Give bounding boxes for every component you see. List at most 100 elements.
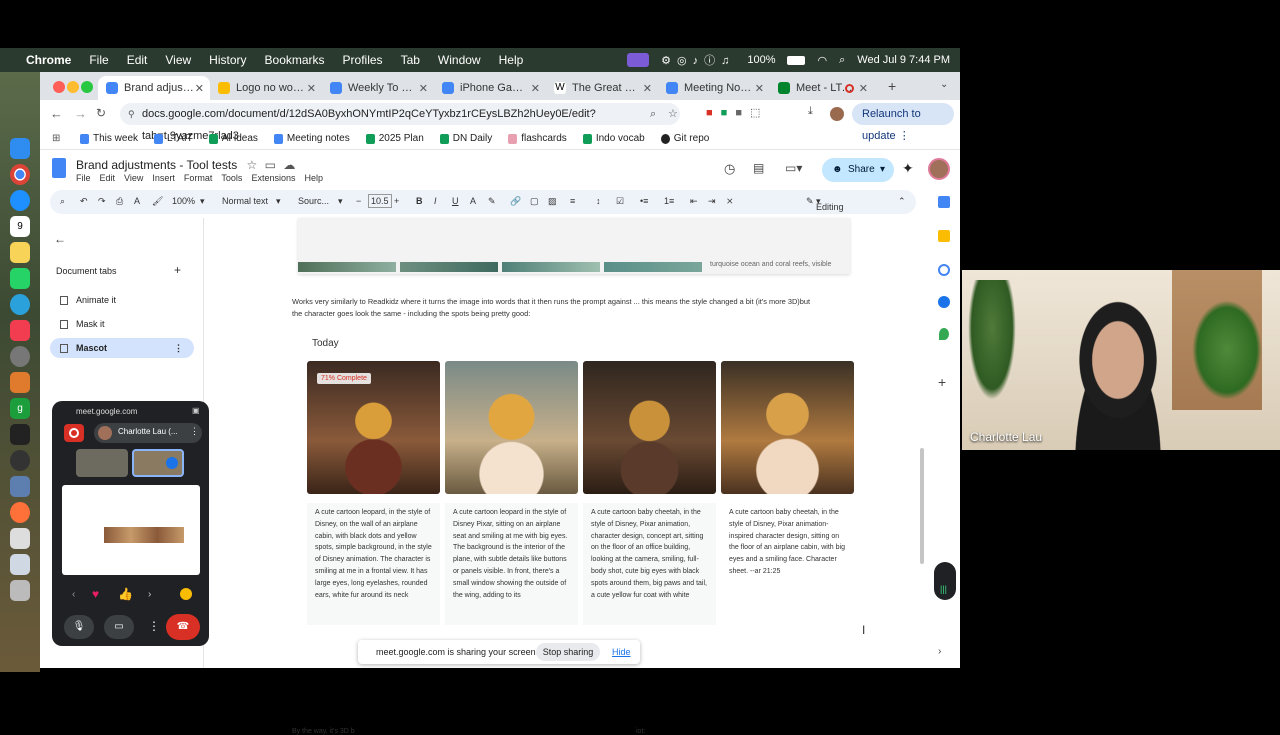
undo-icon[interactable]: ↶ (80, 196, 88, 207)
generated-image-3[interactable] (583, 361, 716, 494)
move-icon[interactable]: ▭ (265, 158, 276, 172)
comment-icon[interactable]: ▢ (530, 196, 539, 207)
tab-great-british[interactable]: W The Great British ✕ (546, 76, 658, 100)
extension-icons[interactable]: ■■■⬚ (706, 106, 768, 119)
history-icon[interactable]: ◷ (724, 161, 735, 177)
close-icon[interactable]: ✕ (859, 82, 868, 95)
print-icon[interactable]: ⎙ (116, 196, 123, 207)
generated-image-4[interactable] (721, 361, 854, 494)
mic-button[interactable]: 🎙 (64, 615, 94, 639)
tab-search-icon[interactable]: ⌄ (940, 79, 948, 90)
menubar-item-edit[interactable]: Edit (127, 53, 148, 67)
openai-icon[interactable] (10, 450, 30, 471)
search-icon[interactable]: ⌕ (839, 54, 845, 67)
menu-help[interactable]: Help (304, 173, 323, 183)
safari-icon[interactable] (10, 190, 30, 211)
news-icon[interactable] (10, 320, 30, 341)
link-icon[interactable]: 🔗 (510, 196, 521, 207)
docs-logo-icon[interactable] (52, 158, 66, 178)
site-info-icon[interactable]: ⚲ (128, 103, 135, 125)
bookmark-ltait[interactable]: LTAIT (154, 133, 193, 144)
menubar-app-name[interactable]: Chrome (26, 53, 71, 67)
next-icon[interactable]: › (148, 589, 151, 600)
style-select[interactable]: Normal text (222, 196, 268, 206)
reload-icon[interactable]: ↻ (96, 106, 106, 120)
menu-view[interactable]: View (124, 173, 143, 183)
assistant-float-button[interactable]: ||| (934, 562, 956, 600)
prompt-text-1[interactable]: A cute cartoon leopard, in the style of … (307, 503, 440, 625)
checklist-icon[interactable]: ☑ (616, 196, 624, 207)
body-paragraph[interactable]: Works very similarly to Readkidz where i… (292, 296, 822, 320)
participant-tile[interactable] (76, 449, 128, 477)
back-icon[interactable]: ← (50, 106, 63, 121)
section-title[interactable]: Today (312, 338, 339, 349)
keep-icon[interactable] (938, 230, 950, 242)
close-icon[interactable]: ✕ (195, 82, 204, 95)
preview-icon[interactable] (10, 476, 30, 497)
collapse-toolbar-icon[interactable]: ⌃ (898, 196, 906, 207)
finder-icon[interactable] (10, 138, 30, 159)
new-tab-button[interactable]: + (888, 78, 896, 94)
account-avatar[interactable] (928, 158, 950, 180)
align-icon[interactable]: ≡ (570, 196, 575, 206)
spellcheck-icon[interactable]: A (134, 196, 140, 206)
notes-icon[interactable] (10, 242, 30, 263)
indent-increase-icon[interactable]: ⇥ (708, 196, 716, 207)
dark-app-icon[interactable] (10, 424, 30, 445)
editing-mode-select[interactable]: ✎ Editing ▾ (806, 196, 844, 212)
tab-logo[interactable]: Logo no words ar ✕ (210, 76, 322, 100)
participant-chip[interactable]: Charlotte Lau (... ⋮ (94, 423, 202, 443)
clear-format-icon[interactable]: ⨯ (726, 196, 734, 207)
tab-meeting-notes[interactable]: Meeting Notes - G ✕ (658, 76, 770, 100)
document-icon[interactable] (10, 528, 30, 549)
indent-decrease-icon[interactable]: ⇤ (690, 196, 698, 207)
settings-icon[interactable] (10, 346, 30, 367)
apps-icon[interactable]: ⊞ (52, 133, 60, 144)
bookmark-this-week[interactable]: This week (80, 133, 138, 144)
more-options-icon[interactable]: ⋮ (190, 426, 199, 437)
close-icon[interactable]: ✕ (419, 82, 428, 95)
prev-icon[interactable]: ‹ (72, 589, 75, 600)
end-call-button[interactable]: ☎ (166, 614, 200, 640)
back-arrow-icon[interactable]: ← (54, 232, 66, 246)
hide-sharing-link[interactable]: Hide (612, 647, 631, 657)
emoji-icon[interactable] (180, 588, 192, 600)
underline-icon[interactable]: U (452, 196, 459, 206)
zoom-icon[interactable]: ⌕ (650, 103, 656, 125)
wifi-icon[interactable]: ◠ (817, 54, 827, 67)
heart-reaction-icon[interactable]: ♥ (92, 587, 99, 601)
prompt-text-2[interactable]: A cute cartoon leopard in the style of D… (445, 503, 578, 625)
bullets-icon[interactable]: •≡ (640, 196, 648, 206)
shared-screen-preview[interactable] (62, 485, 200, 575)
decrease-size-icon[interactable]: − (356, 196, 361, 206)
bookmark-git-repo[interactable]: Git repo (660, 133, 709, 144)
image-icon[interactable]: ▨ (548, 196, 557, 207)
document-title[interactable]: Brand adjustments - Tool tests ☆ ▭ ☁ (76, 158, 295, 172)
share-dropdown-icon[interactable]: ▾ (880, 158, 885, 182)
menubar-item-tab[interactable]: Tab (401, 53, 420, 67)
maps-icon[interactable] (939, 328, 949, 340)
more-options-icon[interactable]: ⋮ (148, 619, 160, 633)
menu-tools[interactable]: Tools (221, 173, 242, 183)
menubar-item-help[interactable]: Help (499, 53, 524, 67)
cloud-icon[interactable]: ☁ (283, 158, 295, 172)
bookmark-ai-ideas[interactable]: AI ideas (208, 133, 258, 144)
datetime[interactable]: Wed Jul 9 7:44 PM (857, 54, 950, 66)
italic-icon[interactable]: I (434, 196, 437, 206)
close-icon[interactable]: ✕ (643, 82, 652, 95)
firefox-icon[interactable] (10, 502, 30, 523)
trash-icon[interactable] (10, 580, 30, 601)
downloads-icon[interactable]: ⤓ (808, 105, 813, 118)
participant-tile-active[interactable] (132, 449, 184, 477)
forward-icon[interactable]: → (74, 106, 87, 121)
calendar-icon[interactable] (938, 196, 950, 208)
font-select[interactable]: Sourc... (298, 196, 329, 206)
doc-tab-mascot[interactable]: Mascot ⋮ (50, 338, 194, 358)
generated-image-2[interactable] (445, 361, 578, 494)
line-spacing-icon[interactable]: ↕ (596, 196, 601, 206)
bookmark-meeting-notes[interactable]: Meeting notes (273, 133, 350, 144)
doc-tab-animate-it[interactable]: Animate it (50, 290, 194, 310)
close-window-button[interactable] (53, 81, 65, 93)
tab-meet[interactable]: Meet - LTAIT ✕ (770, 76, 874, 100)
green-app-icon[interactable]: g (10, 398, 30, 419)
